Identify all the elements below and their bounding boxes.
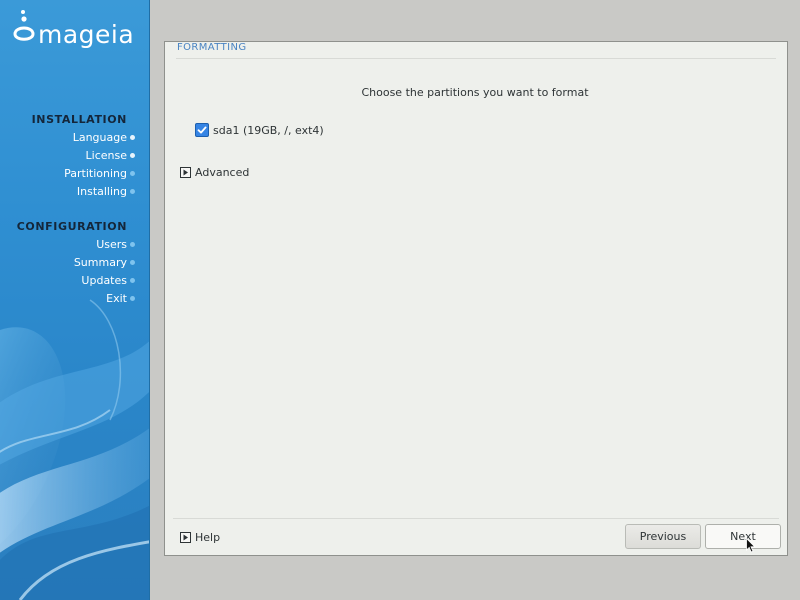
title-divider	[176, 58, 776, 59]
step-dot-icon	[130, 153, 135, 158]
nav-item-label: Updates	[81, 274, 127, 287]
step-dot-icon	[130, 135, 135, 140]
nav-item-label: License	[85, 149, 127, 162]
mouse-pointer-icon	[746, 538, 756, 553]
nav-item-label: Partitioning	[64, 167, 127, 180]
nav-item-label: Installing	[76, 185, 127, 198]
check-icon	[197, 126, 207, 134]
nav-item-license: License	[32, 147, 135, 165]
step-dot-icon	[130, 296, 135, 301]
nav-item-summary: Summary	[17, 254, 135, 272]
instruction-text: Choose the partitions you want to format	[361, 86, 589, 99]
advanced-expander[interactable]: Advanced	[180, 165, 249, 179]
step-dot-icon	[130, 171, 135, 176]
nav-item-language: Language	[32, 129, 135, 147]
footer-divider	[173, 518, 779, 519]
step-dot-icon	[130, 278, 135, 283]
nav-item-updates: Updates	[17, 272, 135, 290]
help-expander[interactable]: Help	[180, 530, 220, 544]
nav-item-users: Users	[17, 236, 135, 254]
step-dot-icon	[130, 189, 135, 194]
nav-item-label: Summary	[73, 256, 127, 269]
nav-heading-installation: INSTALLATION	[31, 113, 127, 126]
step-dot-icon	[130, 260, 135, 265]
partition-label: sda1 (19GB, /, ext4)	[213, 123, 324, 137]
mageia-bubbles-icon	[13, 10, 35, 41]
nav-item-exit: Exit	[17, 290, 135, 308]
help-label: Help	[195, 530, 221, 544]
triangle-right-icon	[180, 531, 191, 543]
nav-item-label: Language	[72, 131, 127, 144]
advanced-label: Advanced	[195, 165, 250, 179]
nav-item-installing: Installing	[32, 183, 135, 201]
brand-name: mageia	[38, 20, 135, 49]
sidebar: mageia INSTALLATION Language License Par…	[0, 0, 150, 600]
nav-item-partitioning: Partitioning	[32, 165, 135, 183]
nav-item-label: Users	[96, 238, 127, 251]
mageia-logo: mageia	[12, 8, 144, 49]
partition-row[interactable]: sda1 (19GB, /, ext4)	[195, 122, 324, 138]
previous-button[interactable]: Previous	[625, 524, 701, 549]
nav-configuration: CONFIGURATION Users Summary Updates Exit	[16, 218, 135, 308]
triangle-right-icon	[180, 166, 191, 178]
step-dot-icon	[130, 242, 135, 247]
page-title: FORMATTING	[177, 42, 247, 53]
formatting-panel: FORMATTING Choose the partitions you wan…	[164, 41, 788, 556]
next-button[interactable]: Next	[705, 524, 781, 549]
partition-checkbox[interactable]	[195, 123, 209, 137]
nav-installation: INSTALLATION Language License Partitioni…	[31, 111, 135, 201]
nav-item-label: Exit	[106, 292, 127, 305]
nav-heading-configuration: CONFIGURATION	[16, 220, 127, 233]
